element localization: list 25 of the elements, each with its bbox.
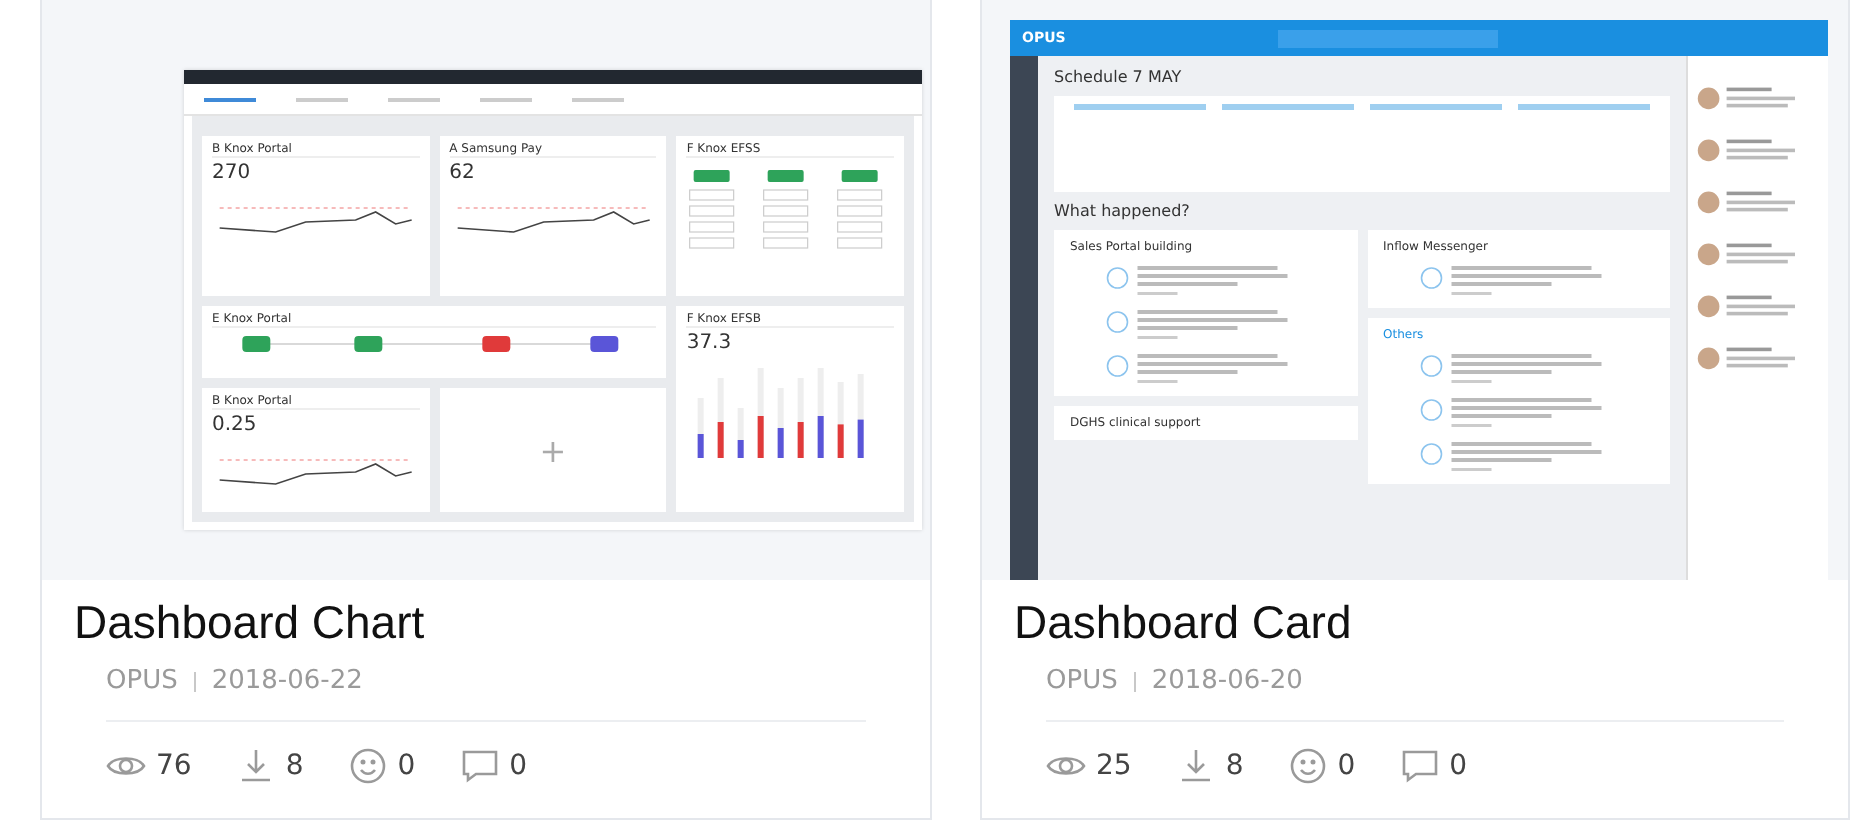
stat-count: 25 [1096,750,1132,782]
schedule-heading: Schedule 7 MAY [1054,68,1184,86]
speech-bubble-icon [1399,746,1440,786]
stat-count: 8 [1225,750,1244,782]
speech-bubble-icon [459,746,500,786]
date-label: 2018-06-20 [1151,666,1303,696]
panel-value: 270 [212,162,253,184]
stat-count: 76 [156,750,192,782]
stat-count: 0 [1449,750,1468,782]
panel-value: 62 [449,162,477,184]
panel-value: 37.3 [686,332,734,354]
card-title: Dashboard Chart [72,594,427,650]
add-icon: + [539,431,567,469]
panel-value: 0.25 [212,414,259,436]
stat-count: 0 [509,750,528,782]
smiley-icon [347,746,388,786]
card-title: Dashboard Card [1012,594,1354,650]
date-label: 2018-06-22 [211,666,363,696]
source-label: OPUS [106,666,178,696]
stat-count: 0 [1337,750,1356,782]
section-heading: What happened? [1054,202,1192,220]
source-label: OPUS [1046,666,1118,696]
smiley-icon [1287,746,1328,786]
stat-count: 8 [285,750,304,782]
stat-count: 0 [397,750,416,782]
